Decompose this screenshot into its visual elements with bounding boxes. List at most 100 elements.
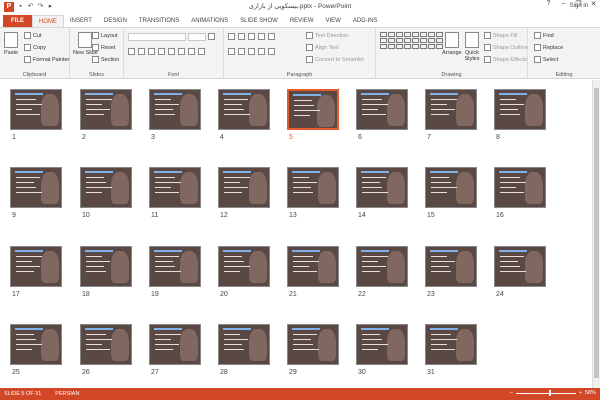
decrease-indent-icon[interactable] xyxy=(248,33,255,40)
slide-thumbnail[interactable] xyxy=(10,89,62,130)
shapes-gallery[interactable] xyxy=(380,32,443,49)
tab-file[interactable]: FILE xyxy=(3,15,32,27)
slide-thumbnail[interactable] xyxy=(356,89,408,130)
bullets-icon[interactable] xyxy=(228,33,235,40)
font-group-label: Font xyxy=(167,72,179,78)
slide-thumbnail[interactable] xyxy=(218,167,270,208)
slide-thumbnail[interactable] xyxy=(494,246,546,287)
copy-button[interactable]: Copy xyxy=(24,44,46,51)
slide-thumbnail[interactable] xyxy=(10,324,62,365)
shape-outline-button[interactable]: Shape Outline xyxy=(484,44,528,51)
cut-button[interactable]: Cut xyxy=(24,32,42,39)
scrollbar-thumb[interactable] xyxy=(594,88,599,378)
tab-animations[interactable]: ANIMATIONS xyxy=(185,15,234,27)
text-direction-button[interactable]: Text Direction xyxy=(306,32,348,39)
paste-button[interactable]: Paste xyxy=(4,32,18,56)
tab-insert[interactable]: INSERT xyxy=(64,15,98,27)
slide-thumbnail[interactable] xyxy=(218,246,270,287)
arrange-button[interactable]: Arrange xyxy=(442,32,462,56)
bold-icon[interactable] xyxy=(128,48,135,55)
align-center-icon[interactable] xyxy=(238,48,245,55)
align-text-button[interactable]: Align Text xyxy=(306,44,339,51)
replace-button[interactable]: Replace xyxy=(534,44,563,51)
section-button[interactable]: Section xyxy=(92,56,119,63)
find-button[interactable]: Find xyxy=(534,32,554,39)
slide-background-image xyxy=(387,329,405,361)
line-spacing-icon[interactable] xyxy=(268,33,275,40)
slide-background-image xyxy=(387,172,405,204)
font-family-select[interactable] xyxy=(128,33,186,41)
zoom-slider-knob[interactable] xyxy=(549,389,552,396)
slide-number: 20 xyxy=(220,291,228,298)
close-button[interactable]: ✕ xyxy=(589,0,598,8)
zoom-out-button[interactable]: – xyxy=(510,390,513,396)
slide-thumbnail[interactable] xyxy=(287,167,339,208)
slide-thumbnail[interactable] xyxy=(356,246,408,287)
slide-thumbnail[interactable] xyxy=(10,167,62,208)
vertical-scrollbar[interactable] xyxy=(592,80,600,388)
slide-thumbnail[interactable] xyxy=(425,167,477,208)
slide-title-placeholder xyxy=(154,93,182,95)
tab-slide-show[interactable]: SLIDE SHOW xyxy=(234,15,284,27)
tab-view[interactable]: VIEW xyxy=(320,15,347,27)
slide-thumbnail[interactable] xyxy=(80,324,132,365)
font-size-select[interactable] xyxy=(188,33,206,41)
change-case-icon[interactable] xyxy=(188,48,195,55)
italic-icon[interactable] xyxy=(138,48,145,55)
slide-thumbnail[interactable] xyxy=(494,167,546,208)
slide-text-line xyxy=(362,104,388,105)
language-indicator[interactable]: PERSIAN xyxy=(55,391,79,397)
slide-thumbnail[interactable] xyxy=(218,89,270,130)
slide-thumbnail[interactable] xyxy=(494,89,546,130)
numbering-icon[interactable] xyxy=(238,33,245,40)
align-right-icon[interactable] xyxy=(248,48,255,55)
shape-fill-button[interactable]: Shape Fill xyxy=(484,32,517,39)
shape-effects-button[interactable]: Shape Effects xyxy=(484,56,527,63)
quick-styles-button[interactable]: Quick Styles xyxy=(462,32,482,62)
slide-thumbnail[interactable] xyxy=(356,167,408,208)
minimize-button[interactable]: – xyxy=(559,0,568,8)
shadow-icon[interactable] xyxy=(158,48,165,55)
slide-thumbnail[interactable] xyxy=(287,246,339,287)
select-button[interactable]: Select xyxy=(534,56,558,63)
reset-button[interactable]: Reset xyxy=(92,44,115,51)
slide-thumbnail[interactable] xyxy=(287,89,339,130)
slide-thumbnail[interactable] xyxy=(356,324,408,365)
slide-thumbnail[interactable] xyxy=(80,246,132,287)
zoom-level[interactable]: 58% xyxy=(585,390,596,396)
slide-thumbnail[interactable] xyxy=(425,324,477,365)
layout-button[interactable]: Layout xyxy=(92,32,118,39)
character-spacing-icon[interactable] xyxy=(178,48,185,55)
slide-thumbnail[interactable] xyxy=(218,324,270,365)
tab-home[interactable]: HOME xyxy=(32,15,64,27)
align-left-icon[interactable] xyxy=(228,48,235,55)
grow-font-button[interactable] xyxy=(208,33,215,40)
slide-thumbnail[interactable] xyxy=(425,89,477,130)
slide-thumbnail[interactable] xyxy=(425,246,477,287)
slide-thumbnail[interactable] xyxy=(10,246,62,287)
sign-in-link[interactable]: Sign in xyxy=(570,3,588,9)
slide-thumbnail[interactable] xyxy=(149,89,201,130)
slide-text-line xyxy=(294,110,320,111)
format-painter-button[interactable]: Format Painter xyxy=(24,56,69,63)
convert-smartart-button[interactable]: Convert to SmartArt xyxy=(306,56,364,63)
zoom-slider[interactable] xyxy=(515,389,576,396)
slide-thumbnail[interactable] xyxy=(149,167,201,208)
slide-thumbnail[interactable] xyxy=(149,246,201,287)
slide-thumbnail[interactable] xyxy=(80,167,132,208)
help-button[interactable]: ? xyxy=(544,0,553,8)
tab-design[interactable]: DESIGN xyxy=(98,15,133,27)
tab-transitions[interactable]: TRANSITIONS xyxy=(133,15,185,27)
columns-icon[interactable] xyxy=(268,48,275,55)
tab-review[interactable]: REVIEW xyxy=(284,15,320,27)
slide-thumbnail[interactable] xyxy=(287,324,339,365)
slide-thumbnail[interactable] xyxy=(80,89,132,130)
zoom-in-button[interactable]: + xyxy=(579,390,582,396)
tab-add-ins[interactable]: ADD-INS xyxy=(347,15,384,27)
justify-icon[interactable] xyxy=(258,48,265,55)
underline-icon[interactable] xyxy=(148,48,155,55)
increase-indent-icon[interactable] xyxy=(258,33,265,40)
strikethrough-icon[interactable] xyxy=(168,48,175,55)
font-color-icon[interactable] xyxy=(198,48,205,55)
slide-thumbnail[interactable] xyxy=(149,324,201,365)
